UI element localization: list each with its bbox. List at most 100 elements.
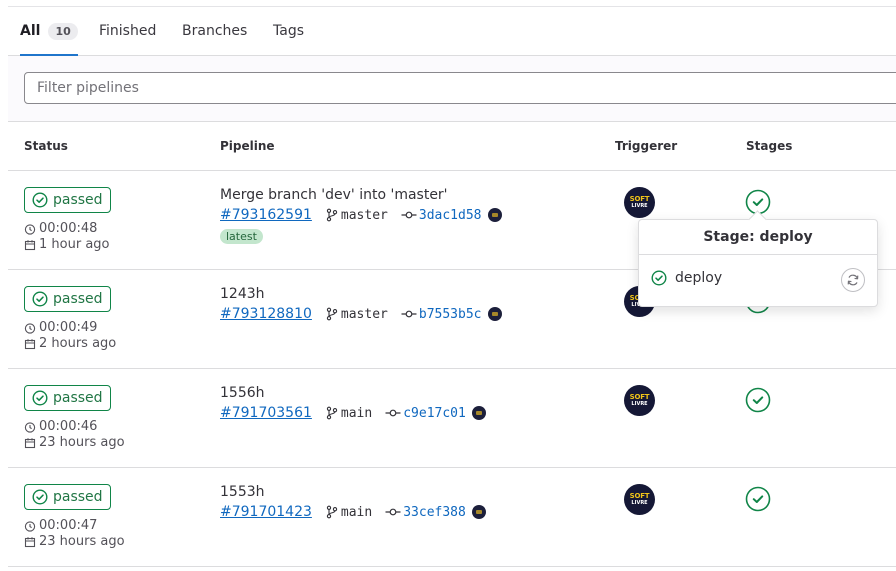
calendar-icon — [24, 239, 36, 250]
branch-icon — [325, 208, 339, 222]
tab-branches-label: Branches — [182, 23, 248, 39]
tab-tags-label: Tags — [273, 23, 304, 39]
column-triggerer: Triggerer — [615, 139, 678, 153]
status-badge[interactable]: passed — [24, 385, 111, 411]
avatar-text-1: SOFT — [629, 195, 650, 203]
success-icon — [32, 489, 48, 505]
commit-icon — [401, 208, 417, 222]
calendar-icon — [24, 437, 36, 448]
tab-all[interactable]: All 10 — [20, 7, 78, 56]
commit-icon — [401, 307, 417, 321]
branch-ref[interactable]: master — [341, 208, 388, 223]
triggerer-avatar[interactable]: SOFT LIVRE — [624, 187, 655, 218]
time-ago: 1 hour ago — [39, 237, 110, 252]
status-badge[interactable]: passed — [24, 187, 111, 213]
success-icon — [32, 390, 48, 406]
table-header: Status Pipeline Triggerer Stages — [8, 122, 896, 171]
branch-ref[interactable]: main — [341, 406, 372, 421]
stage-deploy-status[interactable] — [745, 387, 771, 417]
success-icon — [651, 270, 667, 286]
filter-pipelines-input[interactable] — [24, 72, 896, 104]
clock-icon — [24, 421, 36, 433]
finished-at: 23 hours ago — [24, 534, 125, 549]
status-label: passed — [53, 192, 103, 208]
duration-value: 00:00:47 — [39, 518, 98, 533]
time-ago: 2 hours ago — [39, 336, 117, 351]
stage-deploy-status[interactable] — [745, 486, 771, 516]
commit-sha[interactable]: c9e17c01 — [403, 406, 466, 421]
calendar-icon — [24, 338, 36, 349]
duration: 00:00:47 — [24, 518, 97, 533]
time-ago: 23 hours ago — [39, 435, 125, 450]
tab-branches[interactable]: Branches — [182, 7, 247, 55]
duration-value: 00:00:46 — [39, 419, 98, 434]
author-avatar[interactable] — [471, 505, 486, 519]
filter-bar — [8, 56, 896, 122]
clock-icon — [24, 223, 36, 235]
branch-ref[interactable]: main — [341, 505, 372, 520]
avatar-text-1: SOFT — [629, 393, 650, 401]
job-name: deploy — [675, 270, 723, 286]
avatar-text-2: LIVRE — [631, 401, 648, 407]
tab-all-count: 10 — [48, 22, 78, 40]
column-stages: Stages — [746, 139, 793, 153]
status-badge[interactable]: passed — [24, 484, 111, 510]
pipeline-ref-line: #791703561 main c9e17c01 — [220, 405, 486, 421]
status-label: passed — [53, 291, 103, 307]
success-icon — [745, 486, 771, 512]
author-avatar[interactable] — [487, 208, 502, 222]
commit-title: 1243h — [220, 286, 265, 302]
duration: 00:00:49 — [24, 320, 97, 335]
job-item-deploy[interactable]: deploy — [651, 270, 722, 286]
branch-ref[interactable]: master — [341, 307, 388, 322]
finished-at: 1 hour ago — [24, 237, 109, 252]
triggerer-avatar[interactable]: SOFT LIVRE — [624, 484, 655, 515]
status-badge[interactable]: passed — [24, 286, 111, 312]
commit-sha[interactable]: b7553b5c — [419, 307, 482, 322]
duration-value: 00:00:48 — [39, 221, 98, 236]
commit-title: Merge branch 'dev' into 'master' — [220, 187, 448, 203]
retry-button[interactable] — [841, 268, 865, 292]
column-status: Status — [24, 139, 68, 153]
commit-title: 1556h — [220, 385, 265, 401]
retry-icon — [847, 274, 859, 286]
pipeline-id-link[interactable]: #791703561 — [220, 405, 312, 421]
time-ago: 23 hours ago — [39, 534, 125, 549]
pipeline-ref-line: #791701423 main 33cef388 — [220, 504, 486, 520]
branch-icon — [325, 307, 339, 321]
avatar-text-2: LIVRE — [631, 500, 648, 506]
commit-sha[interactable]: 3dac1d58 — [419, 208, 482, 223]
status-label: passed — [53, 489, 103, 505]
author-avatar[interactable] — [471, 406, 486, 420]
duration-value: 00:00:49 — [39, 320, 98, 335]
branch-icon — [325, 505, 339, 519]
pipeline-tabs: All 10 Finished Branches Tags — [8, 7, 896, 56]
pipeline-id-link[interactable]: #793128810 — [220, 306, 312, 322]
popover-title: Stage: deploy — [639, 220, 877, 255]
triggerer-avatar[interactable]: SOFT LIVRE — [624, 385, 655, 416]
tab-tags[interactable]: Tags — [273, 7, 304, 55]
status-label: passed — [53, 390, 103, 406]
table-row: passed 00:00:47 23 hours ago 1553h #7917… — [8, 468, 896, 567]
tab-all-label: All — [20, 23, 41, 39]
table-row: passed 00:00:46 23 hours ago 1556h #7917… — [8, 369, 896, 468]
pipeline-ref-line: #793162591 master 3dac1d58 — [220, 207, 502, 223]
finished-at: 23 hours ago — [24, 435, 125, 450]
column-pipeline: Pipeline — [220, 139, 275, 153]
commit-icon — [385, 505, 401, 519]
pipeline-ref-line: #793128810 master b7553b5c — [220, 306, 502, 322]
success-icon — [32, 192, 48, 208]
finished-at: 2 hours ago — [24, 336, 116, 351]
success-icon — [745, 387, 771, 413]
stage-popover: Stage: deploy deploy — [638, 219, 878, 307]
commit-sha[interactable]: 33cef388 — [403, 505, 466, 520]
avatar-text-1: SOFT — [629, 492, 650, 500]
branch-icon — [325, 406, 339, 420]
tab-finished[interactable]: Finished — [99, 7, 156, 55]
clock-icon — [24, 322, 36, 334]
pipeline-id-link[interactable]: #791701423 — [220, 504, 312, 520]
pipeline-id-link[interactable]: #793162591 — [220, 207, 312, 223]
tab-finished-label: Finished — [99, 23, 157, 39]
author-avatar[interactable] — [487, 307, 502, 321]
duration: 00:00:48 — [24, 221, 97, 236]
